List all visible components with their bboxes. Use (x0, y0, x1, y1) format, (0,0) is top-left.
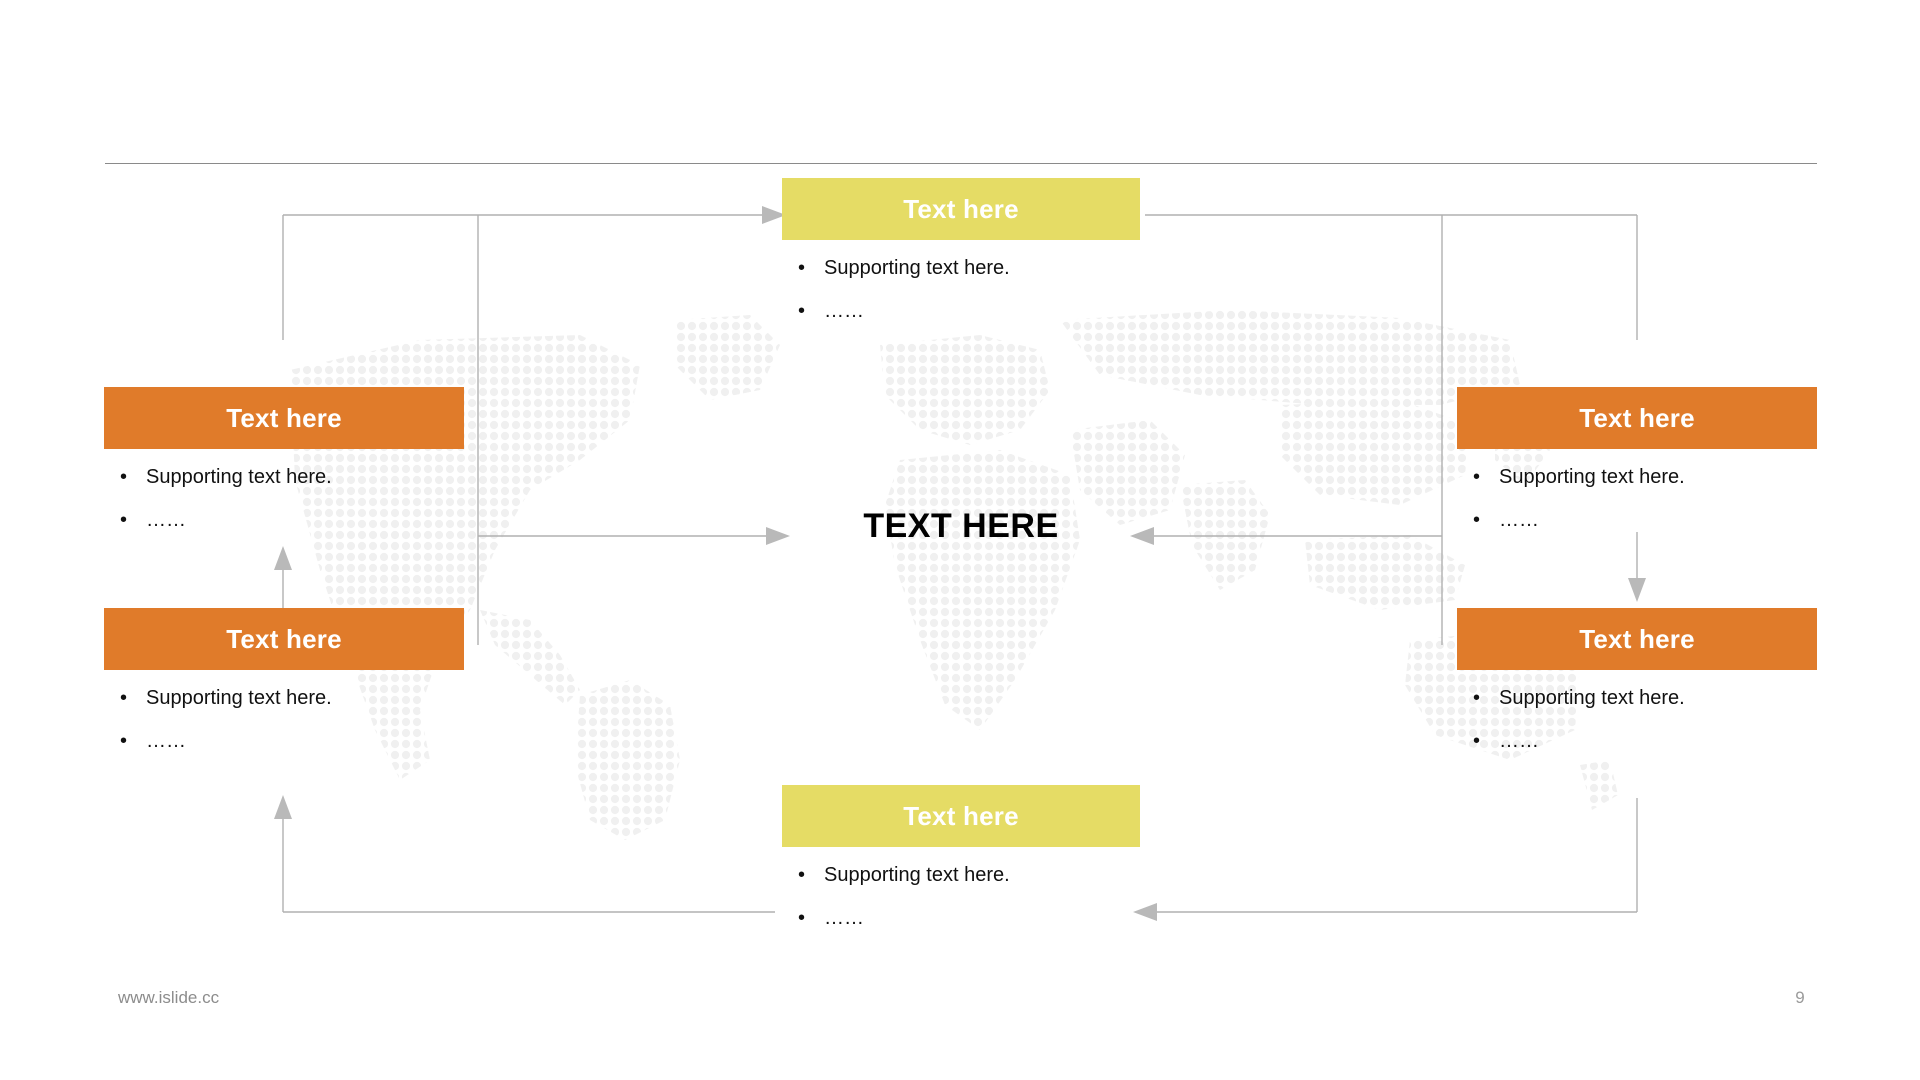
bullet-text: …… (1499, 730, 1539, 752)
list-item: • …… (1457, 509, 1817, 531)
bullet-text: Supporting text here. (824, 864, 1010, 886)
node-top-title: Text here (903, 194, 1019, 224)
node-right-bottom[interactable]: Text here • Supporting text here. • …… (1457, 608, 1817, 773)
list-item: • Supporting text here. (1457, 687, 1817, 709)
node-top[interactable]: Text here • Supporting text here. • …… (782, 178, 1140, 343)
node-right-bottom-bullets: • Supporting text here. • …… (1457, 687, 1817, 752)
bullet-text: …… (1499, 509, 1539, 531)
node-left-top-title-bar[interactable]: Text here (104, 387, 464, 449)
bullet-marker-icon: • (1473, 509, 1481, 531)
node-top-bullets: • Supporting text here. • …… (782, 257, 1140, 322)
node-bottom-title: Text here (903, 801, 1019, 831)
node-top-title-bar[interactable]: Text here (782, 178, 1140, 240)
node-right-bottom-title-bar[interactable]: Text here (1457, 608, 1817, 670)
bullet-text: …… (146, 509, 186, 531)
node-bottom-title-bar[interactable]: Text here (782, 785, 1140, 847)
node-right-bottom-title: Text here (1579, 624, 1695, 654)
list-item: • Supporting text here. (1457, 466, 1817, 488)
world-map-background (290, 310, 1618, 840)
list-item: • …… (104, 509, 464, 531)
list-item: • …… (104, 730, 464, 752)
bullet-marker-icon: • (1473, 466, 1481, 488)
footer-url[interactable]: www.islide.cc (118, 988, 219, 1008)
bullet-text: …… (824, 300, 864, 322)
bullet-marker-icon: • (798, 864, 806, 886)
bullet-text: …… (146, 730, 186, 752)
list-item: • Supporting text here. (782, 257, 1140, 279)
slide-canvas: TEXT HERE Text here • Supporting text he… (0, 0, 1920, 1080)
bullet-text: …… (824, 907, 864, 929)
list-item: • …… (782, 300, 1140, 322)
bullet-text: Supporting text here. (146, 466, 332, 488)
page-number: 9 (1795, 988, 1805, 1007)
bullet-text: Supporting text here. (1499, 687, 1685, 709)
bullet-marker-icon: • (120, 509, 128, 531)
bullet-marker-icon: • (798, 257, 806, 279)
node-right-top-bullets: • Supporting text here. • …… (1457, 466, 1817, 531)
list-item: • Supporting text here. (104, 687, 464, 709)
bullet-marker-icon: • (120, 730, 128, 752)
node-left-bottom-bullets: • Supporting text here. • …… (104, 687, 464, 752)
bullet-marker-icon: • (120, 687, 128, 709)
list-item: • …… (1457, 730, 1817, 752)
bullet-text: Supporting text here. (824, 257, 1010, 279)
list-item: • Supporting text here. (104, 466, 464, 488)
bullet-marker-icon: • (798, 907, 806, 929)
node-left-bottom[interactable]: Text here • Supporting text here. • …… (104, 608, 464, 773)
header-divider (105, 163, 1817, 164)
bullet-marker-icon: • (1473, 730, 1481, 752)
list-item: • Supporting text here. (782, 864, 1140, 886)
node-left-bottom-title: Text here (226, 624, 342, 654)
node-left-top[interactable]: Text here • Supporting text here. • …… (104, 387, 464, 552)
node-bottom[interactable]: Text here • Supporting text here. • …… (782, 785, 1140, 950)
bullet-marker-icon: • (120, 466, 128, 488)
bullet-text: Supporting text here. (1499, 466, 1685, 488)
list-item: • …… (782, 907, 1140, 929)
node-right-top-title-bar[interactable]: Text here (1457, 387, 1817, 449)
arrowhead-left-bottom-up (274, 795, 292, 819)
node-bottom-bullets: • Supporting text here. • …… (782, 864, 1140, 929)
node-left-top-bullets: • Supporting text here. • …… (104, 466, 464, 531)
bullet-marker-icon: • (1473, 687, 1481, 709)
node-right-top[interactable]: Text here • Supporting text here. • …… (1457, 387, 1817, 552)
bullet-marker-icon: • (798, 300, 806, 322)
node-left-top-title: Text here (226, 403, 342, 433)
arrowhead-right-boxes-down (1628, 578, 1646, 602)
center-label: TEXT HERE (863, 507, 1059, 545)
bullet-text: Supporting text here. (146, 687, 332, 709)
node-right-top-title: Text here (1579, 403, 1695, 433)
node-left-bottom-title-bar[interactable]: Text here (104, 608, 464, 670)
